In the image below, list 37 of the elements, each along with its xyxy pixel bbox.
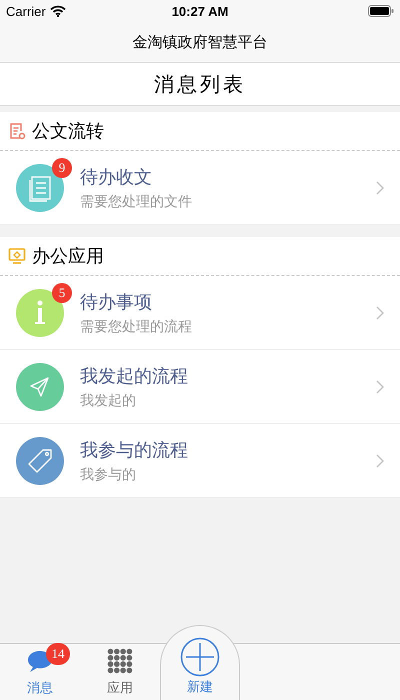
app-title: 金淘镇政府智慧平台 [132, 32, 268, 52]
chevron-icon [376, 306, 384, 320]
status-time: 10:27 AM [172, 4, 228, 18]
page-title: 消息列表 [154, 70, 246, 98]
list-item[interactable]: 我发起的流程 我发起的 [0, 350, 400, 424]
item-subtitle: 我参与的 [80, 466, 137, 484]
list-item[interactable]: 5 待办事项 需要您处理的流程 [0, 276, 400, 350]
list-item[interactable]: 9 待办收文 需要您处理的文件 [0, 151, 400, 225]
tab[interactable]: 14 消息 [0, 644, 80, 700]
chevron-icon [376, 454, 384, 468]
item-subtitle: 我发起的 [80, 392, 137, 410]
tab[interactable]: 应用 [80, 644, 160, 700]
tab-label: 消息 [27, 680, 53, 697]
count-badge: 9 [52, 158, 72, 178]
item-title: 我发起的流程 [80, 364, 189, 388]
item-title: 待办事项 [80, 290, 153, 314]
section-title: 公文流转 [32, 120, 104, 143]
battery-icon [368, 5, 394, 17]
tab-label: 新建 [187, 679, 213, 696]
count-badge: 5 [52, 282, 72, 302]
item-title: 我参与的流程 [80, 438, 189, 462]
grid-icon [107, 648, 133, 674]
item-subtitle: 需要您处理的文件 [80, 192, 193, 210]
item-subtitle: 需要您处理的流程 [80, 318, 193, 336]
chevron-icon [376, 380, 384, 394]
monitor-icon [8, 247, 26, 265]
count-badge: 14 [46, 643, 70, 665]
chevron-icon [376, 180, 384, 194]
wifi-icon [50, 5, 66, 17]
tab-label: 应用 [107, 680, 133, 697]
carrier-label: Carrier [6, 4, 46, 18]
plus-icon [180, 637, 220, 677]
document-icon [8, 122, 26, 140]
tab[interactable]: 新建 [160, 625, 240, 700]
section-title: 办公应用 [32, 245, 104, 268]
item-title: 待办收文 [80, 166, 153, 188]
list-item[interactable]: 我参与的流程 我参与的 [0, 424, 400, 498]
